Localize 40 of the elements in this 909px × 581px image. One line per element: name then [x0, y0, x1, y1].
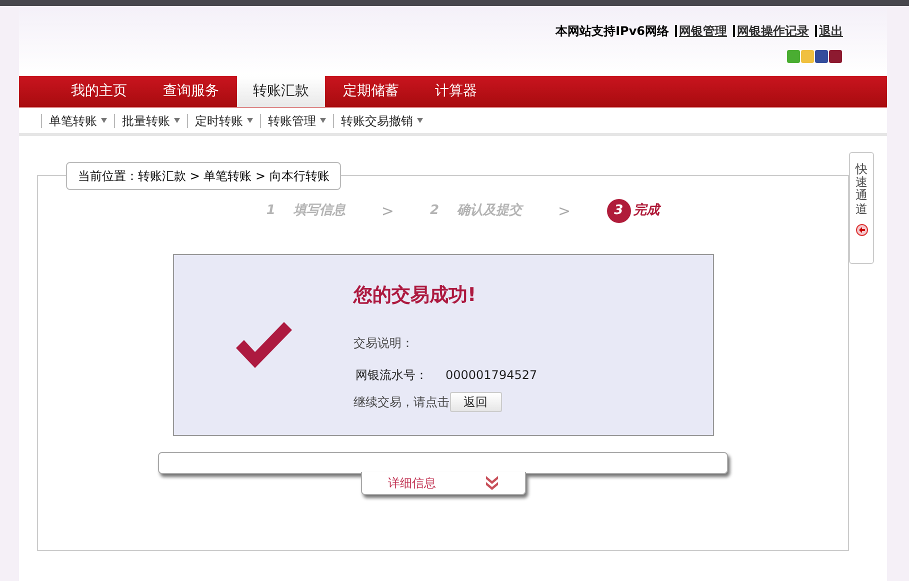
- caret-icon: [417, 118, 423, 123]
- ipv6-notice: 本网站支持IPv6网络: [556, 23, 669, 40]
- step-arrow: >: [558, 200, 571, 222]
- left-arrow-icon: [856, 224, 868, 236]
- checkmark-icon: [236, 322, 292, 368]
- success-title: 您的交易成功!: [354, 283, 478, 308]
- breadcrumb: 当前位置：转账汇款 > 单笔转账 > 向本行转账: [66, 162, 342, 190]
- subnav-menu[interactable]: 转账交易撤销: [334, 112, 430, 130]
- nav-tab[interactable]: 计算器: [417, 76, 495, 107]
- nav-tab[interactable]: 我的主页: [53, 76, 145, 107]
- step: 2 确认及提交: [430, 201, 522, 221]
- nav-tab[interactable]: 转账汇款: [237, 76, 325, 107]
- double-chevron-icon: [486, 476, 498, 490]
- serial-value: 000001794527: [446, 366, 538, 384]
- nav-tab[interactable]: 查询服务: [145, 76, 237, 107]
- step-arrow: >: [381, 200, 394, 222]
- theme-swatch[interactable]: [829, 50, 842, 63]
- header-link[interactable]: 退出: [819, 22, 843, 40]
- quick-access-tab[interactable]: 快速通道: [849, 152, 874, 264]
- continue-text: 继续交易，请点击: [354, 394, 450, 410]
- subnav-menu[interactable]: 单笔转账: [42, 112, 114, 130]
- subnav-menu[interactable]: 批量转账: [115, 112, 187, 130]
- subnav-menu[interactable]: 转账管理: [261, 112, 333, 130]
- caret-icon: [320, 118, 326, 123]
- caret-icon: [247, 118, 253, 123]
- back-button[interactable]: 返回: [450, 392, 502, 412]
- header-link[interactable]: 网银管理: [679, 22, 727, 40]
- step: 1 填写信息: [266, 201, 346, 221]
- theme-swatch[interactable]: [815, 50, 828, 63]
- header-link[interactable]: 网银操作记录: [737, 22, 809, 40]
- step: 3 完成: [606, 199, 660, 223]
- caret-icon: [174, 118, 180, 123]
- nav-tab[interactable]: 定期储蓄: [325, 76, 417, 107]
- serial-label: 网银流水号：: [354, 366, 428, 384]
- subnav-menu[interactable]: 定时转账: [188, 112, 260, 130]
- details-tab[interactable]: 详细信息: [360, 472, 526, 495]
- theme-swatch[interactable]: [787, 50, 800, 63]
- description-label: 交易说明：: [354, 334, 414, 352]
- caret-icon: [101, 118, 107, 123]
- theme-swatch[interactable]: [801, 50, 814, 63]
